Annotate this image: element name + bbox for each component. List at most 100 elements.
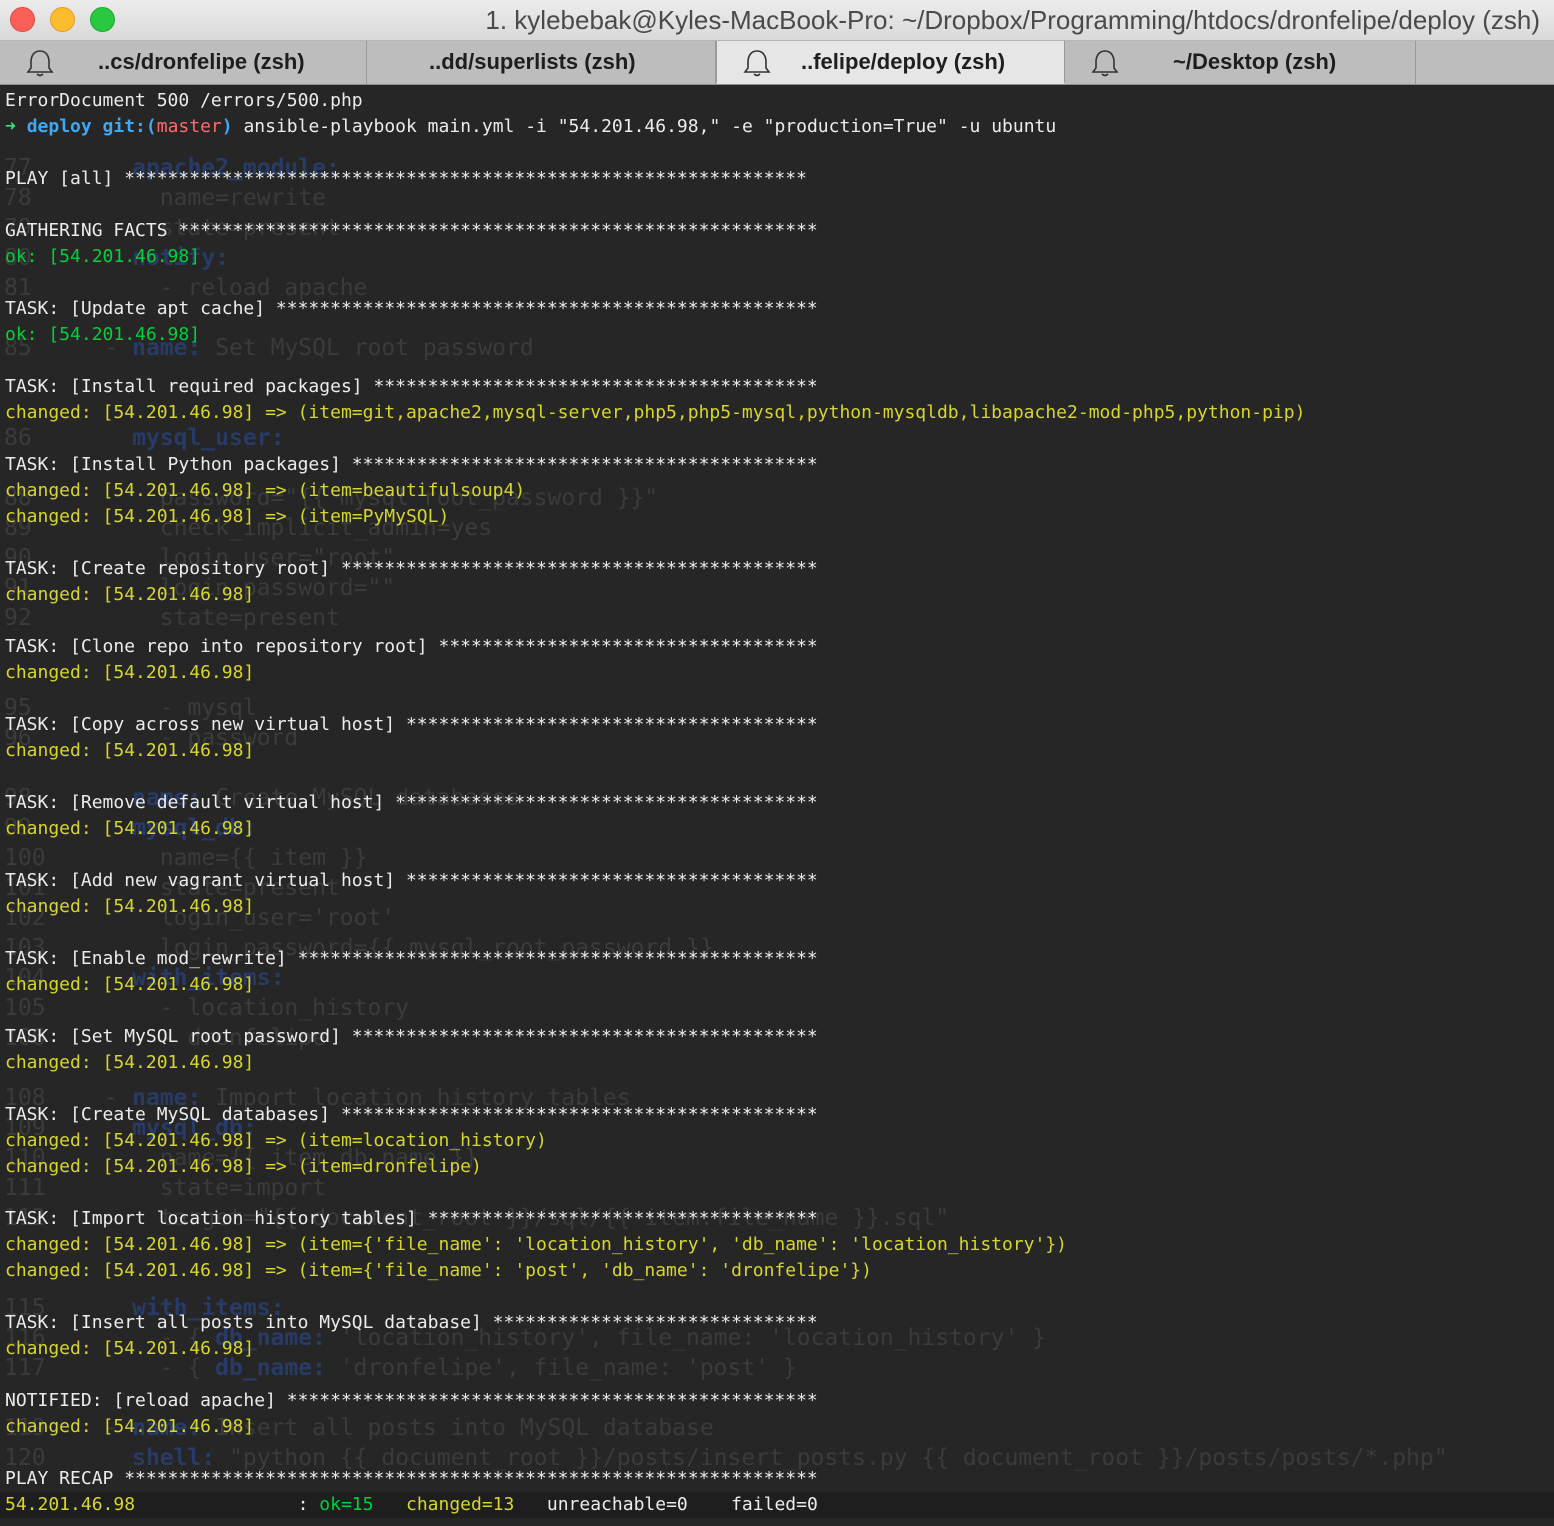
terminal-text: ErrorDocument 500 /errors/500.php [5, 90, 363, 111]
terminal-text: changed: [54.201.46.98] => (item=PyMySQL… [5, 506, 450, 527]
terminal-text: changed: [54.201.46.98] [5, 896, 255, 917]
terminal-text: ok: [54.201.46.98] [5, 246, 201, 267]
tab-dronfelipe[interactable]: ..cs/dronfelipe (zsh) [0, 41, 367, 84]
terminal-text: git:( [102, 116, 157, 137]
terminal-text: changed: [54.201.46.98] => (item=dronfel… [5, 1156, 482, 1177]
tab-label: ..cs/dronfelipe (zsh) [98, 49, 305, 74]
tab-bar: ..cs/dronfelipe (zsh) ..dd/superlists (z… [0, 41, 1554, 85]
terminal-text: ➜ [5, 116, 27, 137]
terminal-text: changed: [54.201.46.98] => (item=git,apa… [5, 402, 1306, 423]
terminal-line: TASK: [Add new vagrant virtual host] ***… [0, 868, 1554, 894]
terminal-text: ok: [54.201.46.98] [5, 324, 201, 345]
terminal-text: master [156, 116, 222, 137]
terminal-text: changed: [54.201.46.98] => (item={'file_… [5, 1260, 872, 1281]
terminal-line: TASK: [Insert all posts into MySQL datab… [0, 1310, 1554, 1336]
terminal-text: changed: [54.201.46.98] [5, 740, 255, 761]
terminal-line: changed: [54.201.46.98] => (item=beautif… [0, 478, 1554, 504]
terminal-line: changed: [54.201.46.98] [0, 582, 1554, 608]
terminal-text: PLAY RECAP *****************************… [5, 1468, 818, 1489]
title-bar: 1. kylebebak@Kyles-MacBook-Pro: ~/Dropbo… [0, 0, 1554, 41]
terminal-line: TASK: [Remove default virtual host] ****… [0, 790, 1554, 816]
tab-deploy[interactable]: ..felipe/deploy (zsh) [716, 41, 1065, 84]
terminal-text: TASK: [Import location history tables] *… [5, 1208, 818, 1229]
terminal-line: changed: [54.201.46.98] [0, 1050, 1554, 1076]
terminal-text: TASK: [Install Python packages] ********… [5, 454, 818, 475]
tab-label: ..dd/superlists (zsh) [429, 49, 636, 74]
tab-label: ~/Desktop (zsh) [1173, 49, 1337, 74]
terminal-text: changed: [54.201.46.98] [5, 1338, 255, 1359]
terminal-text: TASK: [Clone repo into repository root] … [5, 636, 818, 657]
terminal-line: PLAY RECAP *****************************… [0, 1466, 1554, 1492]
terminal-text: TASK: [Insert all posts into MySQL datab… [5, 1312, 818, 1333]
terminal-line: changed: [54.201.46.98] [0, 972, 1554, 998]
bell-icon [743, 50, 771, 77]
terminal-line: TASK: [Install required packages] ******… [0, 374, 1554, 400]
terminal-text: TASK: [Remove default virtual host] ****… [5, 792, 818, 813]
tab-superlists[interactable]: ..dd/superlists (zsh) [367, 41, 716, 84]
tab-desktop[interactable]: ~/Desktop (zsh) [1065, 41, 1416, 84]
terminal-line: changed: [54.201.46.98] [0, 1414, 1554, 1440]
terminal-line: changed: [54.201.46.98] [0, 738, 1554, 764]
play-recap-line: 54.201.46.98 : ok=15 changed=13 unreacha… [0, 1492, 1554, 1518]
zoom-window-button[interactable] [90, 7, 115, 32]
terminal-text: GATHERING FACTS ************************… [5, 220, 818, 241]
terminal-line: TASK: [Clone repo into repository root] … [0, 634, 1554, 660]
tab-label: ..felipe/deploy (zsh) [801, 49, 1006, 74]
terminal-line: TASK: [Set MySQL root password] ********… [0, 1024, 1554, 1050]
terminal-line: changed: [54.201.46.98] => (item={'file_… [0, 1232, 1554, 1258]
terminal-text: TASK: [Copy across new virtual host] ***… [5, 714, 818, 735]
terminal-line: changed: [54.201.46.98] [0, 660, 1554, 686]
terminal-line: TASK: [Install Python packages] ********… [0, 452, 1554, 478]
terminal-line: changed: [54.201.46.98] => (item=PyMySQL… [0, 504, 1554, 530]
terminal-text: PLAY [all] *****************************… [5, 168, 807, 189]
terminal-text: changed: [54.201.46.98] [5, 818, 255, 839]
bell-icon [26, 50, 54, 77]
close-window-button[interactable] [10, 7, 35, 32]
terminal-line: ➜ deploy git:(master) ansible-playbook m… [0, 114, 1554, 140]
terminal-text: ) [221, 116, 244, 137]
terminal-line: changed: [54.201.46.98] [0, 1336, 1554, 1362]
terminal-text: NOTIFIED: [reload apache] **************… [5, 1390, 818, 1411]
terminal-line: TASK: [Import location history tables] *… [0, 1206, 1554, 1232]
terminal-line: PLAY [all] *****************************… [0, 166, 1554, 192]
terminal-text: : [135, 1494, 320, 1515]
terminal-output: ErrorDocument 500 /errors/500.php ➜ deplo… [0, 88, 1554, 1518]
minimize-window-button[interactable] [50, 7, 75, 32]
terminal-line: ErrorDocument 500 /errors/500.php [0, 88, 1554, 114]
terminal-line: changed: [54.201.46.98] [0, 894, 1554, 920]
terminal-text: TASK: [Install required packages] ******… [5, 376, 818, 397]
terminal-text: 54.201.46.98 [5, 1494, 136, 1515]
terminal-text: TASK: [Set MySQL root password] ********… [5, 1026, 818, 1047]
terminal-line: TASK: [Enable mod_rewrite] *************… [0, 946, 1554, 972]
terminal-line: changed: [54.201.46.98] => (item=locatio… [0, 1128, 1554, 1154]
terminal-line: changed: [54.201.46.98] => (item=dronfel… [0, 1154, 1554, 1180]
terminal-line: ok: [54.201.46.98] [0, 322, 1554, 348]
terminal-line: TASK: [Copy across new virtual host] ***… [0, 712, 1554, 738]
terminal-line: ok: [54.201.46.98] [0, 244, 1554, 270]
terminal-text: ok=15 [319, 1494, 374, 1515]
terminal-text: TASK: [Add new vagrant virtual host] ***… [5, 870, 818, 891]
terminal-text: deploy [26, 116, 103, 137]
terminal-text: changed=13 [405, 1494, 515, 1515]
terminal-text: changed: [54.201.46.98] [5, 974, 255, 995]
terminal-text: TASK: [Enable mod_rewrite] *************… [5, 948, 818, 969]
terminal-text: changed: [54.201.46.98] => (item={'file_… [5, 1234, 1068, 1255]
terminal-pane[interactable]: 77 apache2_module: 78 name=rewrite 79 stat… [0, 85, 1554, 1526]
window-title: 1. kylebebak@Kyles-MacBook-Pro: ~/Dropbo… [485, 5, 1540, 35]
terminal-text: ansible-playbook main.yml -i "54.201.46.… [243, 116, 1057, 137]
terminal-line: GATHERING FACTS ************************… [0, 218, 1554, 244]
terminal-line: TASK: [Create repository root] *********… [0, 556, 1554, 582]
terminal-line: NOTIFIED: [reload apache] **************… [0, 1388, 1554, 1414]
